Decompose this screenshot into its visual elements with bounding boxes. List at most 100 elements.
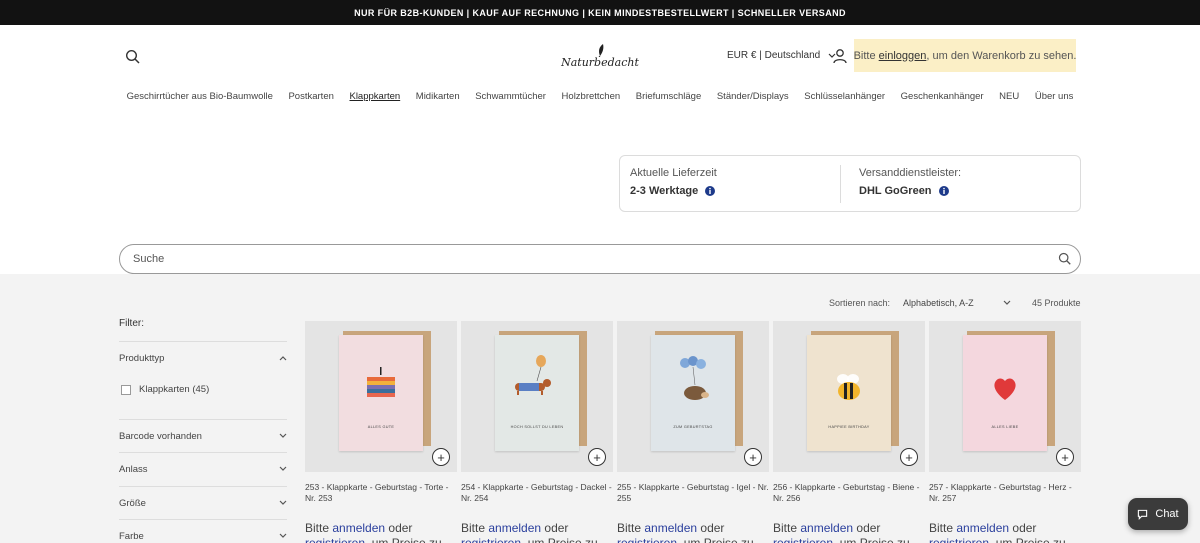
login-link[interactable]: anmelden xyxy=(332,521,385,535)
product-card[interactable]: ZUM GEBURTSTAG + 255 - Klappkarte - Geburt… xyxy=(617,321,769,543)
heart-illustration xyxy=(994,378,1016,400)
card-text: ALLES GUTE xyxy=(367,425,395,429)
chevron-up-icon xyxy=(279,356,287,361)
sort-control: Sortieren nach: Alphabetisch, A-Z xyxy=(829,298,1011,308)
product-title[interactable]: 256 - Klappkarte - Geburtstag - Biene - … xyxy=(773,482,925,504)
quick-add-button[interactable]: + xyxy=(432,448,450,466)
chevron-down-icon xyxy=(279,466,287,471)
facet-label: Größe xyxy=(119,497,146,509)
login-link[interactable]: einloggen xyxy=(879,50,927,62)
filter-option-klappkarten[interactable]: Klappkarten (45) xyxy=(121,384,209,395)
quick-add-button[interactable]: + xyxy=(588,448,606,466)
price-suffix: , um Preise zu xyxy=(833,536,910,543)
nav-item-7[interactable]: Ständer/Displays xyxy=(709,91,796,102)
plus-icon: + xyxy=(437,449,445,465)
dachshund-illustration xyxy=(515,355,551,395)
info-icon[interactable] xyxy=(705,186,716,196)
product-card[interactable]: ALLES GUTE +253 - Klappkarte - Geburtstag… xyxy=(305,321,457,543)
product-image[interactable]: ALLES GUTE + xyxy=(305,321,457,472)
checkbox[interactable] xyxy=(121,384,131,395)
product-image[interactable]: ALLES LIEBE + xyxy=(929,321,1081,472)
nav-item-1[interactable]: Postkarten xyxy=(281,91,342,102)
register-link[interactable]: registrieren xyxy=(617,536,677,543)
register-link[interactable]: registrieren xyxy=(461,536,521,543)
quick-add-button[interactable]: + xyxy=(900,448,918,466)
nav-item-0[interactable]: Geschirrtücher aus Bio-Baumwolle xyxy=(119,91,281,102)
product-title[interactable]: 257 - Klappkarte - Geburtstag - Herz - N… xyxy=(929,482,1081,504)
price-login-prompt: Bitte anmelden oder registrieren, um Prei… xyxy=(929,521,1081,543)
quick-add-button[interactable]: + xyxy=(1056,448,1074,466)
locale-label: EUR € | Deutschland xyxy=(727,50,821,61)
facet-3[interactable]: Farbe xyxy=(119,519,287,543)
search-input[interactable]: Suche xyxy=(119,244,1081,274)
nav-item-5[interactable]: Holzbrettchen xyxy=(554,91,628,102)
nav-item-4[interactable]: Schwammtücher xyxy=(467,91,553,102)
facet-label: Farbe xyxy=(119,530,144,542)
nav-item-10[interactable]: NEU xyxy=(991,91,1027,102)
price-prefix: Bitte xyxy=(461,521,489,535)
greeting-card: ALLES LIEBE xyxy=(963,335,1047,451)
price-middle: oder xyxy=(385,521,413,535)
plus-icon: + xyxy=(1061,449,1069,465)
facet-2[interactable]: Größe xyxy=(119,486,287,519)
sort-select[interactable]: Alphabetisch, A-Z xyxy=(903,298,1011,308)
card-text: HOCH SOLLST DU LEBEN xyxy=(510,425,564,429)
nav-item-3[interactable]: Midikarten xyxy=(408,91,467,102)
leaf-icon xyxy=(598,44,604,57)
product-image[interactable]: HAPPIEE BIRTHDAY + xyxy=(773,321,925,472)
nav-item-9[interactable]: Geschenkanhänger xyxy=(893,91,992,102)
chat-button[interactable]: Chat xyxy=(1128,498,1188,530)
nav-item-6[interactable]: Briefumschläge xyxy=(628,91,709,102)
facet-label: Produkttyp xyxy=(119,352,165,364)
account-icon[interactable] xyxy=(832,48,848,64)
locale-selector[interactable]: EUR € | Deutschland xyxy=(727,50,836,61)
search-placeholder: Suche xyxy=(133,253,165,265)
register-link[interactable]: registrieren xyxy=(929,536,989,543)
login-suffix: , um den Warenkorb zu sehen. xyxy=(926,49,1077,62)
product-image[interactable]: ZUM GEBURTSTAG + xyxy=(617,321,769,472)
announcement-text: NUR FÜR B2B-KUNDEN | KAUF AUF RECHNUNG |… xyxy=(354,7,846,18)
login-link[interactable]: anmelden xyxy=(488,521,541,535)
price-prefix: Bitte xyxy=(305,521,333,535)
product-card[interactable]: ALLES LIEBE +257 - Klappkarte - Geburtsta… xyxy=(929,321,1081,543)
plus-icon: + xyxy=(905,449,913,465)
search-icon[interactable] xyxy=(125,49,141,65)
product-image[interactable]: HOCH SOLLST DU LEBEN + xyxy=(461,321,613,472)
login-prefix: Bitte xyxy=(853,49,876,62)
info-divider xyxy=(840,165,841,203)
product-title[interactable]: 254 - Klappkarte - Geburtstag - Dackel -… xyxy=(461,482,613,504)
register-link[interactable]: registrieren xyxy=(773,536,833,543)
filter-option-label: Klappkarten (45) xyxy=(139,384,210,395)
nav-item-8[interactable]: Schlüsselanhänger xyxy=(796,91,892,102)
price-prefix: Bitte xyxy=(617,521,645,535)
product-card[interactable]: HOCH SOLLST DU LEBEN +254 - Klappkarte - … xyxy=(461,321,613,543)
sort-label: Sortieren nach: xyxy=(829,298,891,308)
facet-product-type[interactable]: Produkttyp xyxy=(119,341,287,374)
nav-item-11[interactable]: Über uns xyxy=(1027,91,1081,102)
price-middle: oder xyxy=(541,521,569,535)
product-card[interactable]: HAPPIEE BIRTHDAY +256 - Klappkarte - Gebu… xyxy=(773,321,925,543)
facet-0[interactable]: Barcode vorhanden xyxy=(119,419,287,452)
facet-label: Barcode vorhanden xyxy=(119,430,202,442)
login-link[interactable]: anmelden xyxy=(956,521,1009,535)
price-middle: oder xyxy=(1009,521,1037,535)
info-icon[interactable] xyxy=(938,186,949,196)
quick-add-button[interactable]: + xyxy=(744,448,762,466)
card-text: HAPPIEE BIRTHDAY xyxy=(828,425,870,429)
chevron-down-icon xyxy=(1003,300,1011,305)
facet-1[interactable]: Anlass xyxy=(119,452,287,485)
login-link[interactable]: anmelden xyxy=(644,521,697,535)
price-middle: oder xyxy=(853,521,881,535)
price-prefix: Bitte xyxy=(773,521,801,535)
delivery-info-box: Aktuelle Lieferzeit 2-3 Werktage Versand… xyxy=(619,155,1081,212)
logo[interactable]: Naturbedacht xyxy=(560,43,640,73)
chat-label: Chat xyxy=(1155,508,1179,520)
greeting-card: HOCH SOLLST DU LEBEN xyxy=(495,335,579,451)
product-title[interactable]: 255 - Klappkarte - Geburtstag - Igel - N… xyxy=(617,482,769,504)
search-icon[interactable] xyxy=(1058,252,1072,266)
product-title[interactable]: 253 - Klappkarte - Geburtstag - Torte - … xyxy=(305,482,457,504)
register-link[interactable]: registrieren xyxy=(305,536,365,543)
nav-item-2[interactable]: Klappkarten xyxy=(342,91,408,102)
card-text: ALLES LIEBE xyxy=(991,425,1019,429)
login-link[interactable]: anmelden xyxy=(800,521,853,535)
